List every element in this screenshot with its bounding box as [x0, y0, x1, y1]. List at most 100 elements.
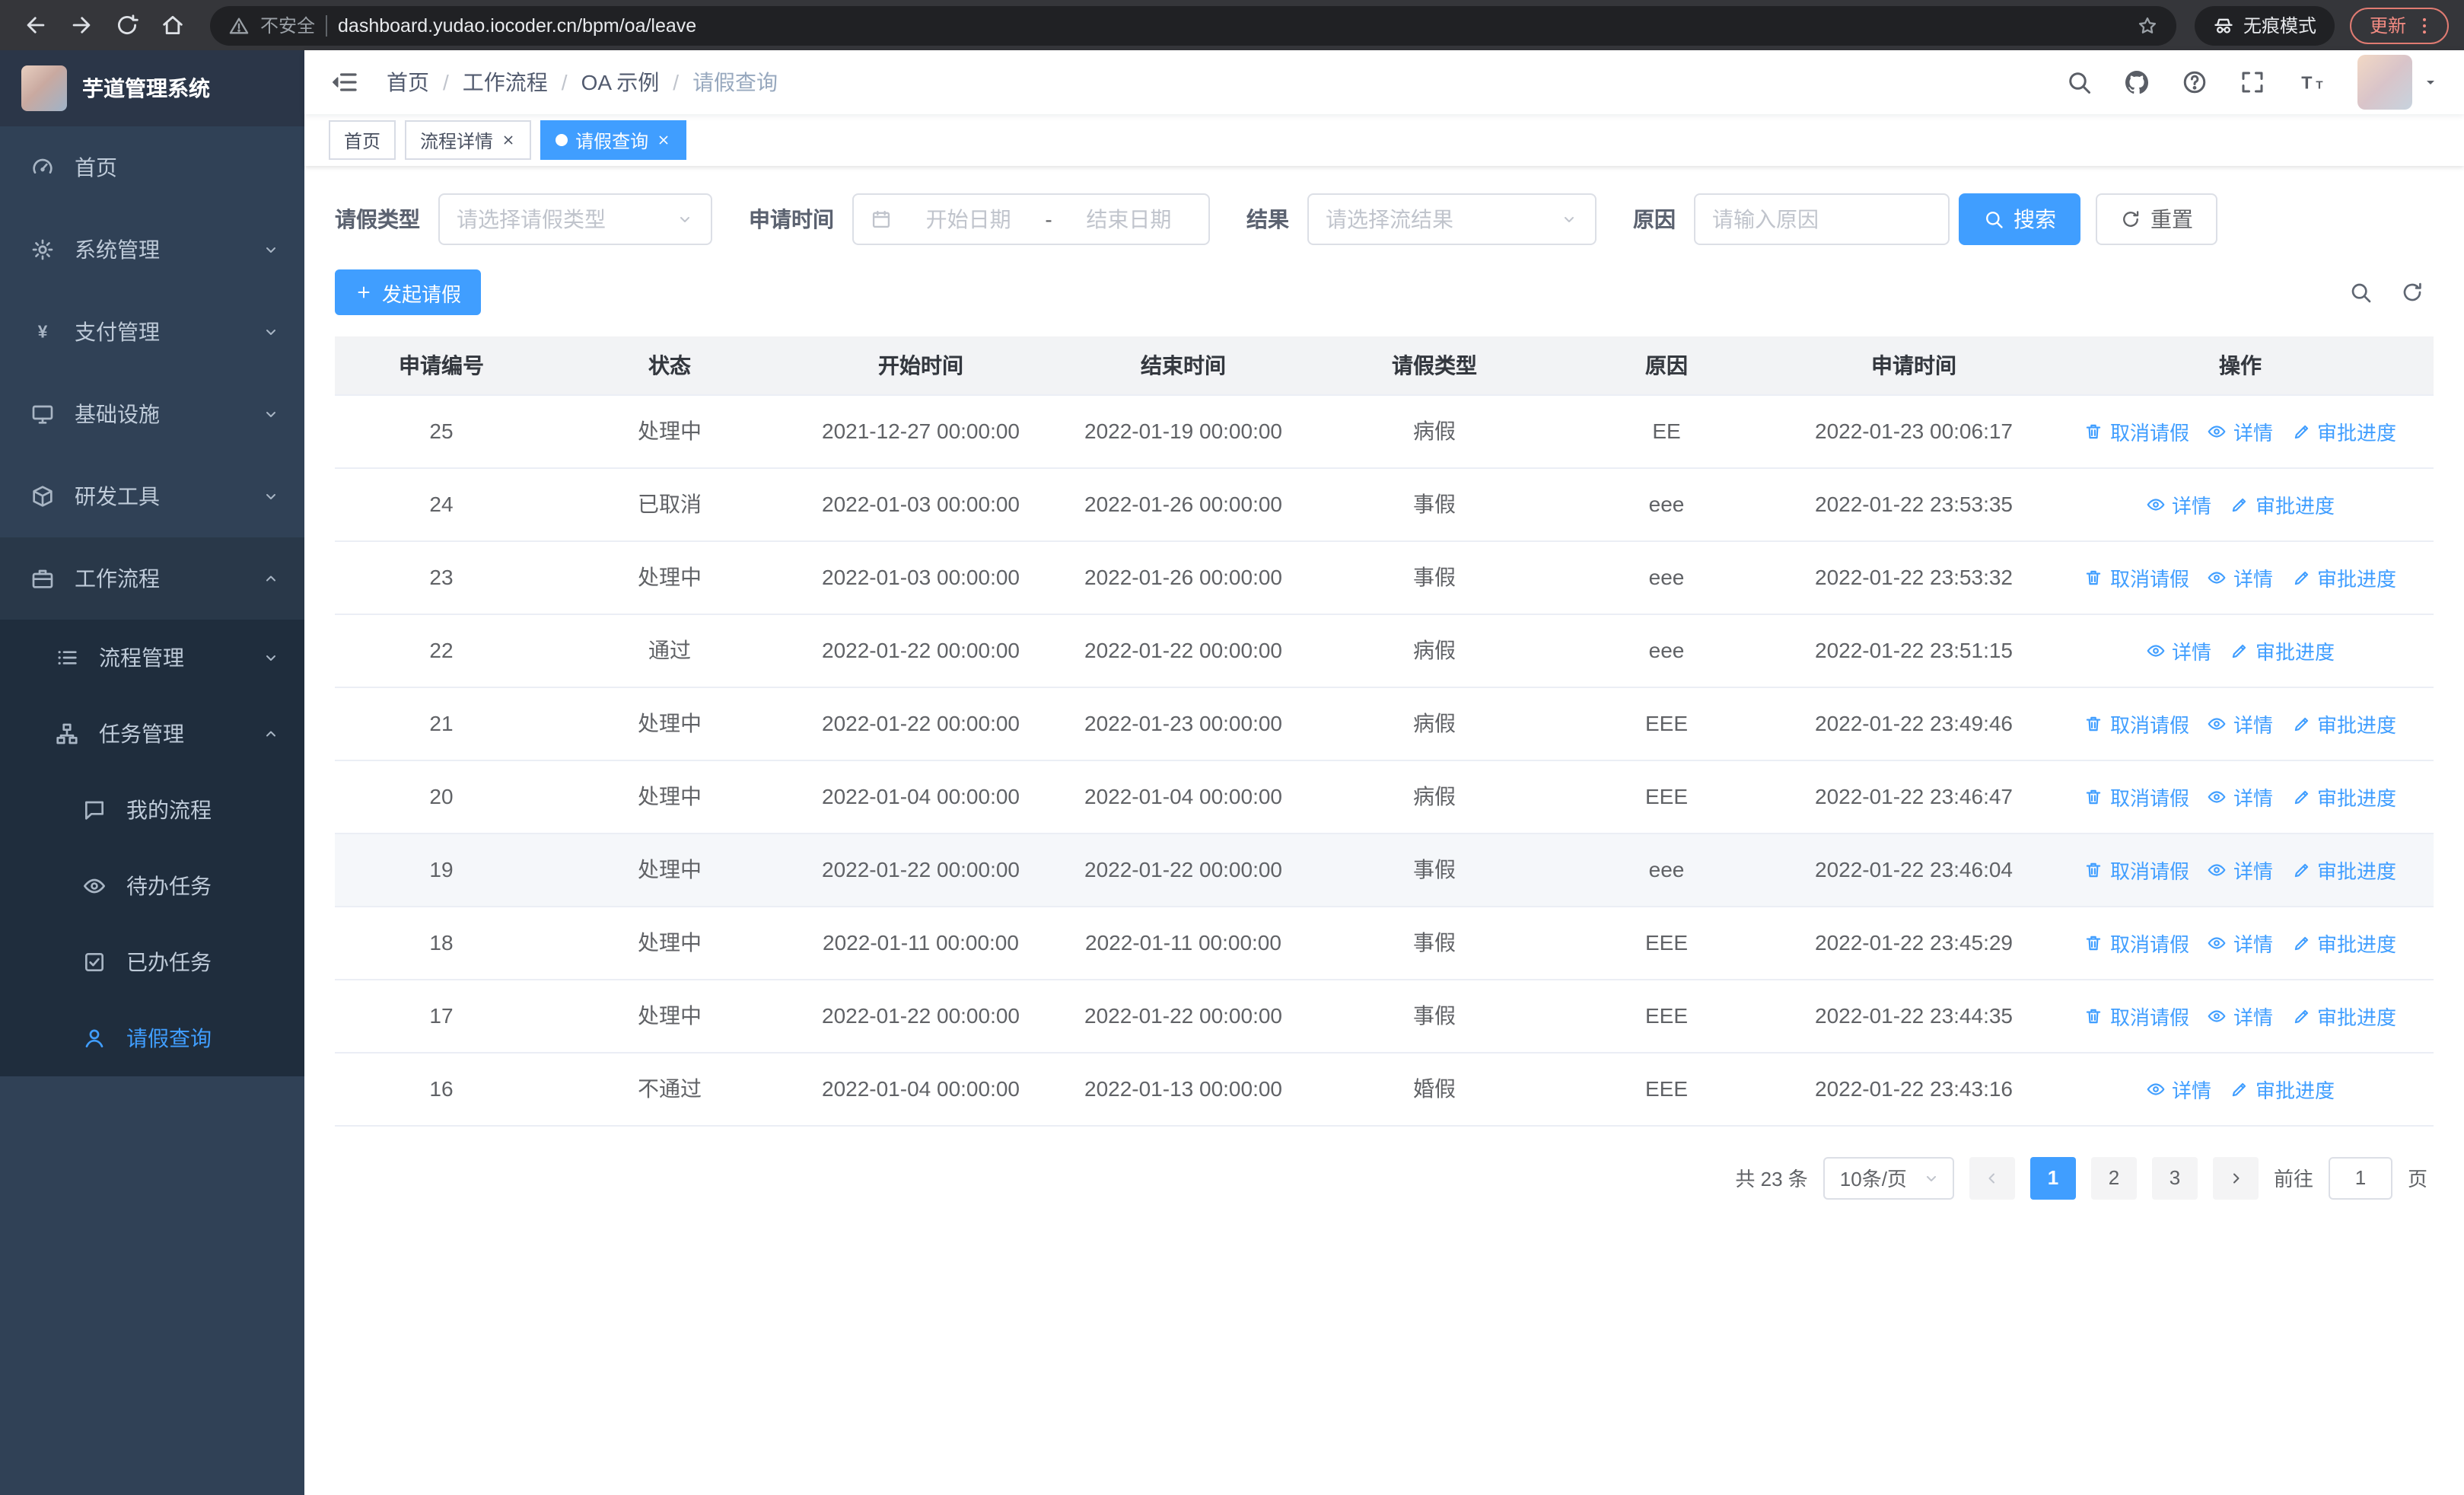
action-cancel-leave-link[interactable]: 取消请假	[2084, 563, 2189, 591]
action-approval-progress-link[interactable]: 审批进度	[2230, 1074, 2335, 1103]
page-button-2[interactable]: 2	[2090, 1156, 2137, 1199]
action-approval-progress-link[interactable]: 审批进度	[2291, 855, 2396, 884]
close-icon[interactable]	[501, 132, 516, 148]
github-icon[interactable]	[2123, 69, 2150, 96]
security-warning-icon[interactable]	[228, 14, 250, 36]
reason-input[interactable]	[1694, 193, 1950, 245]
table-refresh-icon[interactable]	[2400, 280, 2424, 304]
sidebar-item-payment-mgmt[interactable]: ¥ 支付管理	[0, 291, 304, 373]
action-detail-link[interactable]: 详情	[2208, 709, 2273, 738]
breadcrumb-workflow[interactable]: 工作流程	[463, 67, 548, 97]
action-detail-link[interactable]: 详情	[2208, 1001, 2273, 1030]
column-header-status: 状态	[548, 336, 791, 395]
bookmark-star-icon[interactable]	[2137, 14, 2158, 36]
table-header-row: 申请编号 状态 开始时间 结束时间 请假类型 原因 申请时间 操作	[335, 336, 2434, 395]
sidebar-item-task-mgmt[interactable]: 任务管理	[0, 696, 304, 772]
url-text[interactable]: dashboard.yudao.iocoder.cn/bpm/oa/leave	[338, 14, 2126, 36]
sidebar-collapse-icon[interactable]	[329, 67, 359, 97]
browser-menu-icon[interactable]	[2414, 14, 2435, 36]
user-avatar[interactable]	[2357, 55, 2412, 110]
fullscreen-icon[interactable]	[2239, 69, 2266, 96]
cell-end-time: 2022-01-22 00:00:00	[1050, 979, 1316, 1053]
action-approval-progress-link[interactable]: 审批进度	[2291, 782, 2396, 811]
action-cancel-leave-link[interactable]: 取消请假	[2084, 928, 2189, 957]
edit-icon	[2230, 640, 2249, 660]
app-logo[interactable]: 芋道管理系统	[0, 50, 304, 126]
cell-apply-time: 2022-01-23 00:06:17	[1781, 394, 2047, 468]
cell-leave-type: 病假	[1316, 760, 1552, 834]
result-select[interactable]: 请选择流结果	[1307, 193, 1597, 245]
page-button-1[interactable]: 1	[2029, 1156, 2076, 1199]
action-detail-link[interactable]: 详情	[2146, 489, 2211, 518]
action-approval-progress-link[interactable]: 审批进度	[2230, 489, 2335, 518]
create-leave-button[interactable]: 发起请假	[335, 269, 482, 315]
action-approval-progress-link[interactable]: 审批进度	[2291, 1001, 2396, 1030]
action-approval-progress-link[interactable]: 审批进度	[2291, 416, 2396, 445]
sidebar-item-process-mgmt[interactable]: 流程管理	[0, 620, 304, 696]
apply-time-range-picker[interactable]: 开始日期 - 结束日期	[852, 193, 1210, 245]
sidebar-item-infrastructure[interactable]: 基础设施	[0, 373, 304, 455]
action-cancel-leave-link[interactable]: 取消请假	[2084, 1001, 2189, 1030]
sidebar-item-workflow[interactable]: 工作流程	[0, 537, 304, 620]
total-count: 共 23 条	[1735, 1168, 1808, 1191]
action-approval-progress-link[interactable]: 审批进度	[2230, 636, 2335, 665]
action-approval-progress-link[interactable]: 审批进度	[2291, 928, 2396, 957]
sidebar-item-system-mgmt[interactable]: 系统管理	[0, 209, 304, 291]
breadcrumb-oa-example[interactable]: OA 示例	[581, 67, 660, 97]
tag-home[interactable]: 首页	[329, 120, 396, 160]
eye-icon	[82, 874, 107, 898]
sidebar-item-my-process[interactable]: 我的流程	[0, 772, 304, 848]
action-detail-link[interactable]: 详情	[2208, 928, 2273, 957]
address-bar[interactable]: 不安全 dashboard.yudao.iocoder.cn/bpm/oa/le…	[210, 5, 2176, 45]
font-size-icon[interactable]: TT	[2297, 67, 2327, 97]
goto-page-input[interactable]	[2328, 1156, 2392, 1199]
sidebar-item-home[interactable]: 首页	[0, 126, 304, 209]
cell-apply-time: 2022-01-22 23:49:46	[1781, 687, 2047, 760]
action-detail-link[interactable]: 详情	[2146, 1074, 2211, 1103]
user-menu[interactable]	[2357, 55, 2440, 110]
prev-page-button[interactable]	[1969, 1156, 2015, 1199]
cell-leave-type: 事假	[1316, 979, 1552, 1053]
apply-time-label: 申请时间	[749, 207, 834, 231]
action-cancel-leave-link[interactable]: 取消请假	[2084, 709, 2189, 738]
leave-type-select[interactable]: 请选择请假类型	[438, 193, 712, 245]
browser-forward-button[interactable]	[61, 5, 100, 45]
action-detail-link[interactable]: 详情	[2208, 782, 2273, 811]
sidebar-item-done-tasks[interactable]: 已办任务	[0, 924, 304, 1000]
page-size-select[interactable]: 10条/页	[1823, 1156, 1954, 1199]
search-icon	[1983, 209, 2004, 230]
reset-button[interactable]: 重置	[2096, 193, 2217, 245]
sidebar-item-dev-tools[interactable]: 研发工具	[0, 455, 304, 537]
action-detail-link[interactable]: 详情	[2208, 855, 2273, 884]
close-icon[interactable]	[656, 132, 671, 148]
cell-actions: 取消请假 详情 审批进度	[2047, 540, 2434, 614]
next-page-button[interactable]	[2212, 1156, 2259, 1199]
security-label[interactable]: 不安全	[260, 12, 315, 38]
browser-home-button[interactable]	[152, 5, 192, 45]
search-button[interactable]: 搜索	[1959, 193, 2080, 245]
delete-icon	[2084, 421, 2104, 441]
help-icon[interactable]	[2181, 69, 2208, 96]
breadcrumb-home[interactable]: 首页	[387, 67, 429, 97]
cell-status: 处理中	[548, 540, 791, 614]
update-button[interactable]: 更新	[2349, 7, 2449, 43]
browser-back-button[interactable]	[15, 5, 55, 45]
action-cancel-leave-link[interactable]: 取消请假	[2084, 782, 2189, 811]
browser-reload-button[interactable]	[107, 5, 146, 45]
sidebar-item-leave-query[interactable]: 请假查询	[0, 1000, 304, 1076]
action-detail-link[interactable]: 详情	[2146, 636, 2211, 665]
action-cancel-leave-link[interactable]: 取消请假	[2084, 855, 2189, 884]
cell-apply-time: 2022-01-22 23:46:04	[1781, 833, 2047, 907]
sidebar-item-todo-tasks[interactable]: 待办任务	[0, 848, 304, 924]
page-button-3[interactable]: 3	[2151, 1156, 2198, 1199]
action-approval-progress-link[interactable]: 审批进度	[2291, 563, 2396, 591]
action-detail-link[interactable]: 详情	[2208, 416, 2273, 445]
tag-process-detail[interactable]: 流程详情	[405, 120, 532, 160]
header-search-icon[interactable]	[2065, 69, 2093, 96]
toggle-search-icon[interactable]	[2348, 280, 2373, 304]
action-approval-progress-link[interactable]: 审批进度	[2291, 709, 2396, 738]
tag-leave-query[interactable]: 请假查询	[540, 120, 687, 160]
edit-icon	[2291, 567, 2311, 587]
action-detail-link[interactable]: 详情	[2208, 563, 2273, 591]
action-cancel-leave-link[interactable]: 取消请假	[2084, 416, 2189, 445]
